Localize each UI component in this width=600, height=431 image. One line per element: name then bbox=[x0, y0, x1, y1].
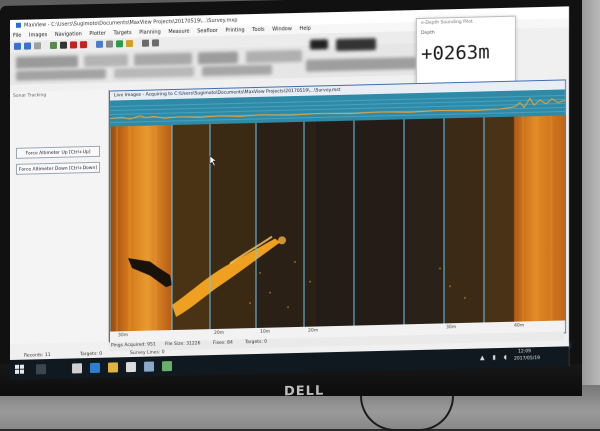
grid-icon[interactable] bbox=[116, 40, 123, 48]
file-explorer-icon[interactable] bbox=[108, 362, 118, 373]
menu-tools[interactable]: Tools bbox=[252, 27, 264, 33]
windows-start-icon[interactable] bbox=[15, 364, 24, 374]
pings-acquired: Pings Acquired: 951 bbox=[111, 342, 156, 349]
menu-navigation[interactable]: Navigation bbox=[55, 31, 82, 38]
scale-label: 30m bbox=[118, 333, 129, 339]
settings-icon[interactable] bbox=[142, 39, 149, 47]
blurred-readout bbox=[336, 38, 376, 52]
sidescan-sonar-image bbox=[110, 115, 565, 332]
zoom-icon[interactable] bbox=[96, 40, 103, 48]
maxview-app-icon[interactable] bbox=[144, 361, 154, 372]
app-icon bbox=[16, 22, 21, 28]
menu-help[interactable]: Help bbox=[299, 26, 310, 32]
menu-targets[interactable]: Targets bbox=[114, 30, 132, 36]
blurred-readout bbox=[16, 55, 78, 69]
measure-icon[interactable] bbox=[106, 40, 113, 48]
monitor-screen: MaxView - C:\Users\Sugimoto\Documents\Ma… bbox=[10, 6, 569, 380]
scale-label: 20m bbox=[308, 328, 319, 334]
depth-readout: +0263m bbox=[421, 41, 490, 65]
target-icon[interactable] bbox=[80, 41, 87, 49]
monitor-brand-logo: DELL bbox=[284, 383, 325, 400]
force-altimeter-down-button[interactable]: Force Altimeter Down [Ctrl+Down] bbox=[16, 161, 100, 175]
palette-icon[interactable] bbox=[126, 39, 133, 48]
panel-title: Sonar Tracking bbox=[13, 93, 47, 99]
blurred-readout bbox=[84, 54, 128, 68]
right-seabed-return bbox=[514, 115, 565, 322]
scale-label: 30m bbox=[446, 325, 457, 331]
info-targets: Targets: 0 bbox=[80, 351, 103, 358]
layers-icon[interactable] bbox=[152, 39, 159, 47]
search-icon[interactable] bbox=[36, 364, 46, 375]
depth-window-title: e-Depth Sounding Pilot bbox=[421, 19, 473, 26]
fixes-count: Fixes: 84 bbox=[213, 340, 233, 347]
menu-seafloor[interactable]: Seafloor bbox=[197, 28, 218, 35]
app-icon-2[interactable] bbox=[162, 361, 172, 372]
blurred-readout bbox=[16, 68, 106, 81]
blurred-readout bbox=[202, 64, 272, 77]
depth-label: Depth bbox=[421, 30, 435, 36]
sonar-tracking-panel: Sonar Tracking Force Altimeter Up [Ctrl+… bbox=[10, 89, 109, 344]
record-icon[interactable] bbox=[50, 41, 57, 50]
stop-icon[interactable] bbox=[60, 41, 67, 49]
blurred-readout bbox=[198, 51, 238, 65]
force-altimeter-up-button[interactable]: Force Altimeter Up [Ctrl+Up] bbox=[16, 145, 100, 159]
blurred-readout bbox=[246, 49, 302, 64]
targets-count: Targets: 0 bbox=[245, 339, 268, 346]
menu-file[interactable]: File bbox=[13, 33, 21, 39]
menu-window[interactable]: Window bbox=[272, 26, 292, 32]
open-icon[interactable] bbox=[24, 42, 31, 50]
scale-label: 20m bbox=[214, 330, 225, 337]
save-icon[interactable] bbox=[34, 42, 41, 50]
survey-lines: Survey Lines: 0 bbox=[130, 350, 165, 357]
new-icon[interactable] bbox=[14, 42, 21, 50]
menu-planning[interactable]: Planning bbox=[139, 29, 161, 36]
left-seabed-return bbox=[110, 125, 172, 332]
blurred-readout bbox=[310, 39, 328, 50]
live-images-window: Live Images - Acquiring to C:\Users\Sugi… bbox=[109, 79, 566, 345]
alarm-icon[interactable] bbox=[70, 41, 77, 49]
edge-browser-icon[interactable] bbox=[90, 362, 100, 374]
scale-label: 10m bbox=[260, 329, 271, 335]
task-view-icon[interactable] bbox=[72, 363, 82, 374]
scale-label: 40m bbox=[514, 323, 525, 329]
depth-sounding-window: e-Depth Sounding Pilot Depth +0263m bbox=[416, 15, 516, 87]
file-size: File Size: 31226 bbox=[165, 341, 201, 348]
system-tray-icons[interactable]: ▲ ▮ ◖ bbox=[480, 354, 510, 362]
menu-printing[interactable]: Printing bbox=[225, 27, 244, 33]
menu-images[interactable]: Images bbox=[29, 32, 47, 38]
store-icon[interactable] bbox=[126, 361, 136, 373]
blurred-readout bbox=[114, 66, 194, 79]
menu-measure[interactable]: Measure bbox=[168, 29, 189, 36]
menu-plotter[interactable]: Plotter bbox=[89, 31, 106, 37]
blurred-readout bbox=[306, 57, 416, 72]
clock-date[interactable]: 2017/05/19 bbox=[514, 356, 540, 362]
records-count: Records: 11 bbox=[24, 353, 51, 359]
clock-time[interactable]: 12:09 bbox=[518, 349, 531, 355]
blurred-readout bbox=[134, 52, 192, 66]
